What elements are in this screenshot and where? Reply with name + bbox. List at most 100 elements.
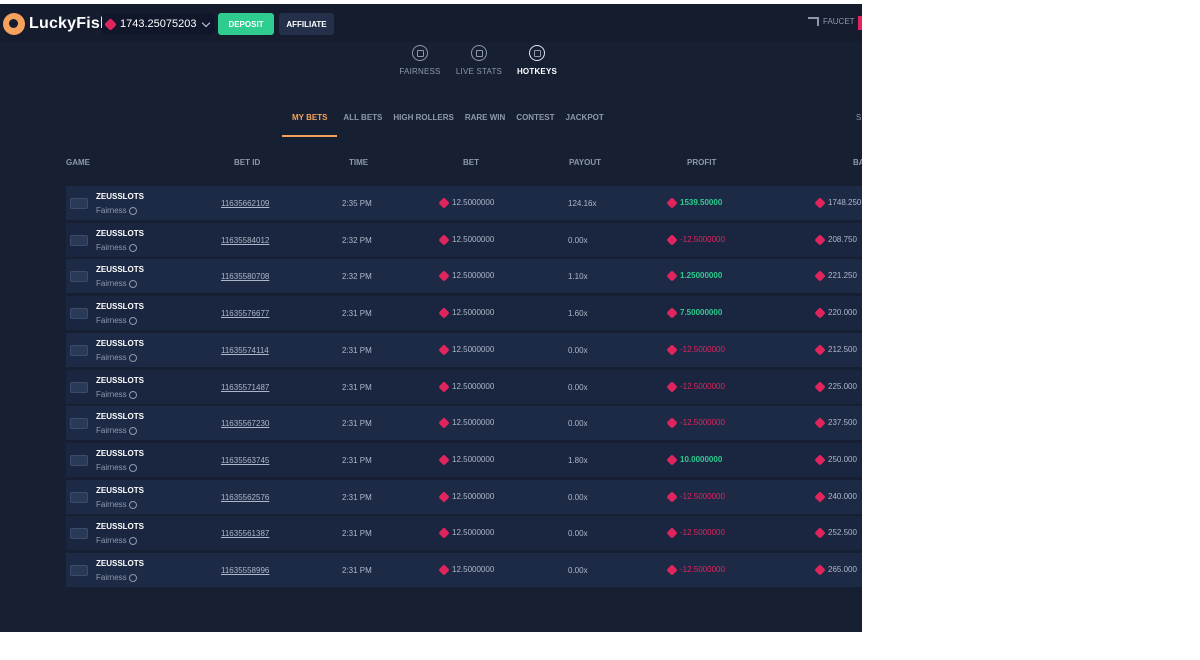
bet-id-link[interactable]: 11635571487: [221, 383, 269, 392]
game-name[interactable]: ZEUSSLOTS: [96, 522, 144, 531]
game-name[interactable]: ZEUSSLOTS: [96, 229, 144, 238]
game-name[interactable]: ZEUSSLOTS: [96, 412, 144, 421]
bet-id-link[interactable]: 11635576677: [221, 309, 269, 318]
subnav-live-stats[interactable]: LIVE STATS: [451, 45, 507, 76]
affiliate-button[interactable]: AFFILIATE: [279, 13, 334, 35]
profit-value: 1.25000000: [680, 271, 723, 280]
tab-rare-win[interactable]: RARE WIN: [460, 113, 510, 137]
balance-after: 220.000: [814, 306, 857, 319]
column-header-payout: PAYOUT: [569, 158, 602, 167]
fairness-link[interactable]: Fairness: [96, 426, 137, 435]
bet-amount: 12.5000000: [438, 563, 495, 576]
balance-after: 252.500: [814, 526, 857, 539]
balance-value: 240.000: [828, 492, 857, 501]
fairness-label: Fairness: [96, 243, 127, 252]
bet-amount-value: 12.5000000: [452, 235, 495, 244]
currency-icon: [666, 233, 678, 246]
game-name[interactable]: ZEUSSLOTS: [96, 339, 144, 348]
balance-after: 212.500: [814, 343, 857, 356]
game-name[interactable]: ZEUSSLOTS: [96, 559, 144, 568]
deposit-button[interactable]: DEPOSIT: [218, 13, 274, 35]
table-row[interactable]: ZEUSSLOTS Fairness 11635563745 2:31 PM 12.50…: [66, 443, 862, 477]
fairness-icon: [412, 45, 428, 61]
game-name[interactable]: ZEUSSLOTS: [96, 302, 144, 311]
fairness-label: Fairness: [96, 206, 127, 215]
bet-id-link[interactable]: 11635563745: [221, 456, 269, 465]
currency-icon: [666, 416, 678, 429]
profit-value: -12.5000000: [680, 382, 725, 391]
game-name[interactable]: ZEUSSLOTS: [96, 486, 144, 495]
fairness-check-icon: [128, 426, 137, 435]
fairness-link[interactable]: Fairness: [96, 279, 137, 288]
table-row[interactable]: ZEUSSLOTS Fairness 11635571487 2:31 PM 12.50…: [66, 370, 862, 404]
game-name[interactable]: ZEUSSLOTS: [96, 192, 144, 201]
fairness-link[interactable]: Fairness: [96, 390, 137, 399]
profit-value: 1539.50000: [680, 198, 723, 207]
faucet-link[interactable]: FAUCET: [808, 17, 855, 26]
fairness-link[interactable]: Fairness: [96, 243, 137, 252]
bet-id-link[interactable]: 11635584012: [221, 236, 269, 245]
payout-multiplier: 0.00x: [568, 236, 588, 245]
profit-value: 10.0000000: [680, 455, 723, 464]
fairness-link[interactable]: Fairness: [96, 206, 137, 215]
currency-icon: [438, 343, 450, 356]
logo[interactable]: LuckyFish: [3, 13, 110, 35]
bet-id-link[interactable]: 11635558996: [221, 566, 269, 575]
balance-amount: 1743.25075203 TI: [120, 18, 198, 30]
profit-amount: -12.5000000: [666, 563, 725, 576]
game-name[interactable]: ZEUSSLOTS: [96, 449, 144, 458]
fairness-link[interactable]: Fairness: [96, 316, 137, 325]
bet-time: 2:31 PM: [342, 309, 372, 318]
balance-value: 221.250: [828, 271, 857, 280]
game-name[interactable]: ZEUSSLOTS: [96, 265, 144, 274]
table-row[interactable]: ZEUSSLOTS Fairness 11635567230 2:31 PM 12.50…: [66, 406, 862, 440]
cut-off-button[interactable]: [858, 16, 862, 30]
bet-id-link[interactable]: 11635562576: [221, 493, 269, 502]
faucet-label: FAUCET: [823, 17, 855, 26]
subnav-hotkeys[interactable]: HOTKEYS: [509, 45, 565, 76]
table-row[interactable]: ZEUSSLOTS Fairness 11635662109 2:35 PM 12.50…: [66, 186, 862, 220]
table-row[interactable]: ZEUSSLOTS Fairness 11635576677 2:31 PM 12.50…: [66, 296, 862, 330]
column-header-bet-id: BET ID: [234, 158, 261, 167]
fairness-link[interactable]: Fairness: [96, 500, 137, 509]
table-row[interactable]: ZEUSSLOTS Fairness 11635561387 2:31 PM 12.50…: [66, 516, 862, 550]
fairness-link[interactable]: Fairness: [96, 536, 137, 545]
bet-id-link[interactable]: 11635662109: [221, 199, 269, 208]
bet-time: 2:31 PM: [342, 493, 372, 502]
currency-icon: [666, 563, 678, 576]
balance-selector[interactable]: 1743.25075203 TI: [102, 13, 215, 35]
bet-id-link[interactable]: 11635580708: [221, 272, 269, 281]
fairness-check-icon: [128, 500, 137, 509]
fairness-check-icon: [128, 390, 137, 399]
cut-off-tab[interactable]: S: [856, 113, 861, 122]
bet-time: 2:31 PM: [342, 529, 372, 538]
subnav-fairness[interactable]: FAIRNESS: [392, 45, 448, 76]
tab-my-bets[interactable]: MY BETS: [282, 113, 338, 137]
tab-contest[interactable]: CONTEST: [511, 113, 559, 137]
bet-id-link[interactable]: 11635567230: [221, 419, 269, 428]
tab-high-rollers[interactable]: HIGH ROLLERS: [388, 113, 458, 137]
fairness-link[interactable]: Fairness: [96, 353, 137, 362]
bet-amount-value: 12.5000000: [452, 565, 495, 574]
fairness-link[interactable]: Fairness: [96, 463, 137, 472]
table-row[interactable]: ZEUSSLOTS Fairness 11635574114 2:31 PM 12.50…: [66, 333, 862, 367]
tab-jackpot[interactable]: JACKPOT: [561, 113, 609, 137]
bet-id-link[interactable]: 11635561387: [221, 529, 269, 538]
table-row[interactable]: ZEUSSLOTS Fairness 11635558996 2:31 PM 12.50…: [66, 553, 862, 587]
table-row[interactable]: ZEUSSLOTS Fairness 11635584012 2:32 PM 12.50…: [66, 223, 862, 257]
payout-multiplier: 124.16x: [568, 199, 597, 208]
profit-amount: 10.0000000: [666, 453, 723, 466]
bet-amount: 12.5000000: [438, 196, 494, 209]
bet-amount: 12.5000000: [438, 380, 494, 393]
fairness-check-icon: [128, 206, 137, 215]
game-name[interactable]: ZEUSSLOTS: [96, 376, 144, 385]
tab-all-bets[interactable]: ALL BETS: [338, 113, 387, 137]
currency-icon: [814, 453, 826, 466]
table-row[interactable]: ZEUSSLOTS Fairness 11635562576 2:31 PM 12.50…: [66, 480, 862, 514]
subnav-label: FAIRNESS: [399, 67, 441, 76]
profit-value: -12.5000000: [680, 528, 725, 537]
fairness-link[interactable]: Fairness: [96, 573, 137, 582]
table-row[interactable]: ZEUSSLOTS Fairness 11635580708 2:32 PM 12.50…: [66, 259, 862, 293]
bet-id-link[interactable]: 11635574114: [221, 346, 269, 355]
bet-time: 2:32 PM: [342, 236, 372, 245]
